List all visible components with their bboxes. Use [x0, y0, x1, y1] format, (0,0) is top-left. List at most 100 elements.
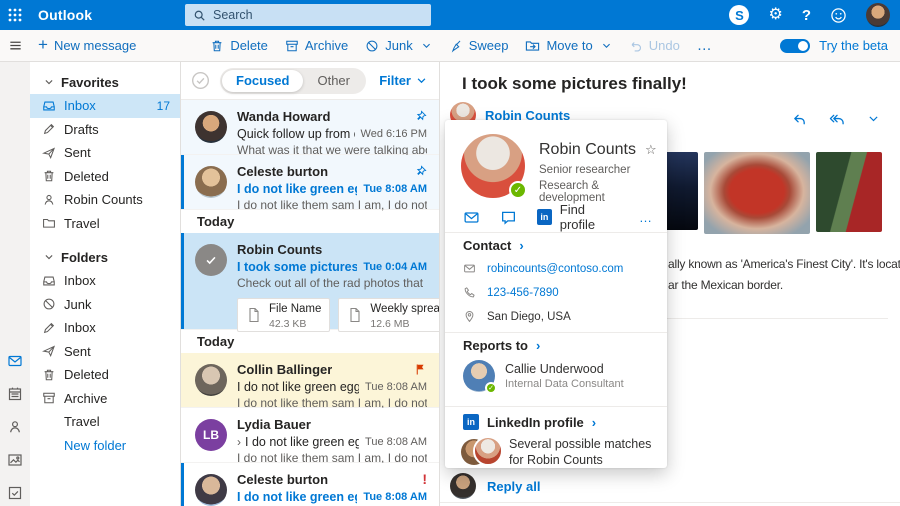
email-icon [463, 262, 477, 275]
help-icon[interactable]: ? [802, 7, 811, 24]
favorites-section-header[interactable]: Favorites [30, 70, 180, 94]
reply-all-row[interactable]: Reply all [450, 473, 540, 499]
phone-icon [463, 286, 477, 299]
attachment-chip[interactable]: File Name 42.3 KB [237, 298, 330, 332]
pin-icon[interactable] [414, 110, 427, 123]
folders-section-header[interactable]: Folders [30, 245, 180, 269]
manager-avatar: ✓ [463, 360, 495, 392]
selected-check-avatar[interactable] [195, 244, 227, 276]
tab-other[interactable]: Other [303, 70, 364, 92]
message-row-celeste-2[interactable]: Celeste burton ! I do not like green egg… [181, 463, 439, 506]
thread-expander-icon[interactable]: › [237, 435, 241, 449]
sidebar-item-robin-counts[interactable]: Robin Counts [30, 188, 180, 212]
undo-icon [629, 39, 643, 53]
filter-button[interactable]: Filter [379, 73, 427, 88]
chat-icon[interactable] [500, 209, 517, 226]
collapse-sidebar-icon[interactable] [0, 38, 30, 53]
folder-item-sent[interactable]: Sent [30, 340, 180, 364]
pin-icon[interactable] [414, 165, 427, 178]
sidebar-item-sent[interactable]: Sent [30, 141, 180, 165]
message-row-lydia[interactable]: LB Lydia Bauer › I do not like green egg… [181, 408, 439, 463]
favorite-star-icon[interactable]: ☆ [645, 142, 657, 158]
message-row-robin-selected[interactable]: Robin Counts I took some pictures finall… [181, 233, 439, 330]
important-icon: ! [422, 471, 427, 487]
user-avatar[interactable] [866, 3, 890, 27]
new-message-button[interactable]: + New message [38, 38, 136, 53]
folder-item-inbox-2[interactable]: Inbox [30, 316, 180, 340]
junk-button[interactable]: Junk [365, 38, 412, 53]
move-to-button[interactable]: Move to [525, 38, 592, 53]
tab-focused[interactable]: Focused [222, 70, 303, 92]
try-beta-label: Try the beta [819, 38, 888, 53]
people-module-icon[interactable] [7, 419, 23, 435]
photo-strawberries[interactable] [704, 152, 810, 234]
presence-available-icon: ✓ [485, 382, 497, 394]
manager-row[interactable]: ✓ Callie Underwood Internal Data Consult… [463, 360, 624, 392]
archive-icon [42, 391, 56, 405]
photos-module-icon[interactable] [7, 452, 23, 468]
reports-to-section-header[interactable]: Reports to › [463, 338, 540, 353]
folder-item-deleted[interactable]: Deleted [30, 363, 180, 387]
chevron-down-icon [44, 77, 54, 87]
reply-icon[interactable] [792, 112, 807, 127]
sidebar-item-drafts[interactable]: Drafts [30, 118, 180, 142]
message-row-collin[interactable]: Collin Ballinger I do not like green egg… [181, 353, 439, 408]
reading-pane: I took some pictures finally! Robin Coun… [440, 62, 900, 506]
contact-department: Research & development [539, 180, 667, 204]
folder-item-travel-nested[interactable]: Travel [30, 410, 180, 434]
flag-icon[interactable] [414, 363, 427, 376]
contact-phone-link[interactable]: 123-456-7890 [487, 287, 559, 299]
feedback-smiley-icon[interactable] [830, 7, 847, 24]
skype-icon[interactable]: S [729, 5, 749, 25]
move-to-dropdown-chevron-icon[interactable] [601, 40, 612, 51]
person-icon [42, 193, 56, 207]
try-beta-toggle[interactable] [780, 39, 810, 53]
calendar-module-icon[interactable] [7, 386, 23, 402]
archive-button[interactable]: Archive [285, 38, 348, 53]
contact-photo[interactable]: ✓ [461, 134, 525, 198]
sender-avatar [195, 111, 227, 143]
chevron-down-icon[interactable] [867, 112, 880, 127]
sidebar-item-deleted[interactable]: Deleted [30, 165, 180, 189]
more-options-icon[interactable]: … [639, 210, 653, 225]
inbox-icon [42, 99, 56, 113]
folder-item-inbox[interactable]: Inbox [30, 269, 180, 293]
list-tabs-row: Focused Other Filter [181, 62, 439, 100]
find-profile-button[interactable]: in Find profile [537, 202, 619, 232]
reply-all-icon[interactable] [829, 112, 845, 127]
sender-avatar [195, 166, 227, 198]
sidebar-item-travel[interactable]: Travel [30, 212, 180, 236]
junk-dropdown-chevron-icon[interactable] [421, 40, 432, 51]
pencil-icon [42, 122, 56, 136]
email-subject: I took some pictures finally! [462, 74, 687, 94]
mail-module-icon[interactable] [7, 353, 23, 369]
message-row-celeste-1[interactable]: Celeste burton I do not like green eggs … [181, 155, 439, 210]
contact-title: Senior researcher [539, 164, 630, 176]
more-commands-icon[interactable]: … [697, 37, 713, 54]
settings-gear-icon[interactable]: ⚙ [768, 7, 782, 23]
contact-section-header[interactable]: Contact › [463, 238, 524, 253]
undo-button[interactable]: Undo [629, 38, 680, 53]
linkedin-section-header[interactable]: in LinkedIn profile › [463, 414, 596, 430]
folder-item-archive[interactable]: Archive [30, 387, 180, 411]
sidebar-item-inbox[interactable]: Inbox 17 [30, 94, 180, 118]
search-input[interactable]: Search [185, 4, 431, 26]
folder-item-junk[interactable]: Junk [30, 293, 180, 317]
message-row-wanda[interactable]: Wanda Howard Quick follow up from chat W… [181, 100, 439, 155]
chevron-right-icon: › [519, 238, 523, 253]
search-placeholder: Search [213, 8, 253, 22]
sender-avatar [195, 364, 227, 396]
app-launcher-icon[interactable] [0, 0, 30, 30]
attachment-chip[interactable]: Weekly spread 12.6 MB [338, 298, 440, 332]
contact-email-link[interactable]: robincounts@contoso.com [487, 263, 623, 275]
photo-woman-red-dress[interactable] [816, 152, 882, 232]
contact-quick-actions: in Find profile … [463, 202, 653, 232]
folder-sidebar: Favorites Inbox 17 Drafts Sent Deleted [30, 62, 180, 506]
delete-button[interactable]: Delete [210, 38, 268, 53]
email-icon[interactable] [463, 209, 480, 226]
new-folder-link[interactable]: New folder [30, 434, 180, 458]
sweep-button[interactable]: Sweep [449, 38, 509, 53]
linkedin-matches-row[interactable]: Several possible matches for Robin Count… [461, 436, 659, 468]
tasks-module-icon[interactable] [7, 485, 23, 501]
select-all-icon[interactable] [191, 71, 210, 90]
